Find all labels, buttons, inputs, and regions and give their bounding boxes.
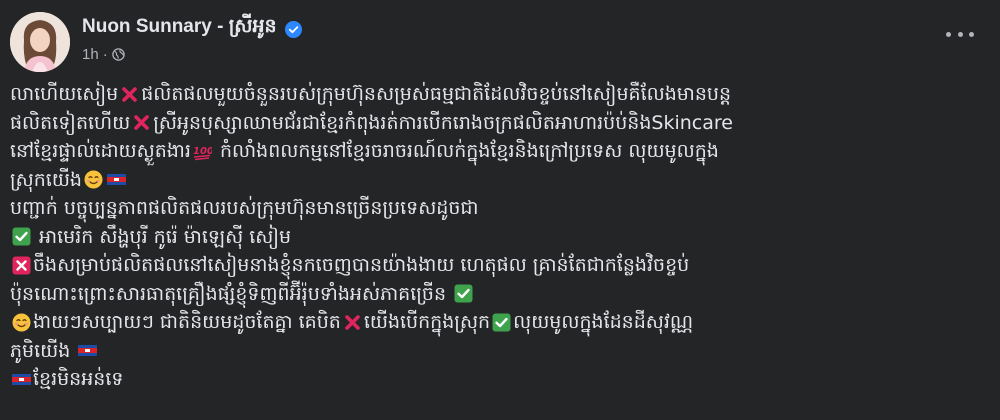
author-name-text[interactable]: Nuon Sunnary - ស្រីអូន [82, 14, 277, 42]
author-avatar[interactable] [10, 12, 70, 72]
hundred-points-icon: 100 [193, 142, 212, 161]
message-text: អាមេរិក សឹង្ហបុរី កូរ៉េ ម៉ាឡេស៊ី សៀម [33, 225, 292, 248]
cambodia-flag-icon [107, 170, 126, 189]
message-text: បញ្ជាក់ បច្ចុប្បន្នភាពផលិតផលរបស់ក្រុមហ៊ុ… [10, 197, 479, 219]
post-timestamp[interactable]: 1h [82, 46, 99, 63]
message-line-1: លាហើយសៀម ផលិតផលមួយចំនួនរបស់ក្រុមហ៊ុនសម្រ… [10, 80, 992, 109]
message-line-9: ងាយៗសប្បាយៗ ជាតិនិយមដូចតែគ្នា គេបិត យើងប… [10, 308, 992, 337]
more-dot [946, 31, 951, 37]
message-line-4: ស្រុកយើង [10, 166, 992, 195]
message-text: លុយមូលក្នុងដែនដីសុវណ្ណ [513, 311, 694, 333]
more-dot [957, 31, 963, 37]
message-text: ចឹងសម្រាប់ផលិតផលនៅសៀមនាងខ្ញុំនកចេញបានយ៉ា… [33, 254, 690, 276]
smiling-face-icon [84, 170, 103, 189]
cross-mark-icon [120, 85, 139, 104]
message-line-6: អាមេរិក សឹង្ហបុរី កូរ៉េ ម៉ាឡេស៊ី សៀម [10, 223, 992, 252]
message-line-2: ផលិតទៀតហើយ ស្រីអូនបុស្សាឈាមជ័រជាខ្មែរកំព… [10, 109, 992, 138]
message-text: កំលាំងពលកម្មនៅខ្មែរចរាចរណ៍លក់ក្នុងខ្មែរន… [213, 140, 719, 162]
message-text: ស្រុកយើង [10, 168, 82, 191]
message-text: ផលិតផលមួយចំនួនរបស់ក្រុមហ៊ុនសម្រស់ធម្មជាត… [141, 83, 732, 105]
cambodia-flag-icon [12, 370, 31, 389]
message-line-7: ចឹងសម្រាប់ផលិតផលនៅសៀមនាងខ្ញុំនកចេញបានយ៉ា… [10, 251, 992, 280]
cross-box-icon [12, 256, 31, 275]
globe-icon[interactable] [111, 48, 125, 61]
message-line-8: ប៉ុនណោះព្រោះសារធាតុគ្រឿងផ្សំខ្ញុំទិញពីអ៊… [10, 280, 992, 309]
message-text: ខ្មែរមិនអន់ទេ [33, 368, 124, 390]
message-text: ផលិតទៀតហើយ [10, 111, 131, 134]
check-mark-icon [492, 313, 511, 332]
meta-separator: · [102, 46, 108, 63]
message-line-11: ខ្មែរមិនអន់ទេ [10, 365, 992, 394]
message-text: ស្រីអូនបុស្សាឈាមជ័រជាខ្មែរកំពុងរត់ការបើក… [153, 111, 733, 134]
more-dot [969, 31, 974, 37]
cambodia-flag-icon [78, 341, 98, 360]
check-mark-icon [12, 227, 31, 246]
message-text: ភូមិយើង [10, 339, 77, 362]
post-meta: 1h · [82, 46, 125, 63]
post-card: Nuon Sunnary - ស្រីអូន 1h · លាហើយសៀម ផលិ… [0, 0, 1000, 420]
message-line-3: នៅខ្មែរផ្ទាល់ដោយស្ងួតងារ 100 កំលាំងពលកម្… [10, 137, 992, 166]
post-message: លាហើយសៀម ផលិតផលមួយចំនួនរបស់ក្រុមហ៊ុនសម្រ… [10, 80, 992, 394]
message-text: យើងបើកក្នុងស្រុក [363, 311, 491, 333]
message-text: នៅខ្មែរផ្ទាល់ដោយស្ងួតងារ [10, 140, 191, 162]
cross-mark-icon [343, 313, 362, 332]
check-mark-icon [454, 284, 473, 303]
cross-mark-icon [132, 113, 151, 132]
message-text: ប៉ុនណោះព្រោះសារធាតុគ្រឿងផ្សំខ្ញុំទិញពីអ៊… [10, 282, 453, 305]
more-options-icon[interactable] [946, 26, 974, 42]
message-line-10: ភូមិយើង [10, 337, 992, 366]
message-text: ងាយៗសប្បាយៗ ជាតិនិយមដូចតែគ្នា គេបិត [33, 311, 341, 333]
author-name[interactable]: Nuon Sunnary - ស្រីអូន [82, 14, 302, 42]
smiling-face-icon [12, 313, 31, 332]
message-text: លាហើយសៀម [10, 83, 119, 105]
message-line-5: បញ្ជាក់ បច្ចុប្បន្នភាពផលិតផលរបស់ក្រុមហ៊ុ… [10, 194, 992, 223]
verified-badge-icon [284, 20, 302, 38]
